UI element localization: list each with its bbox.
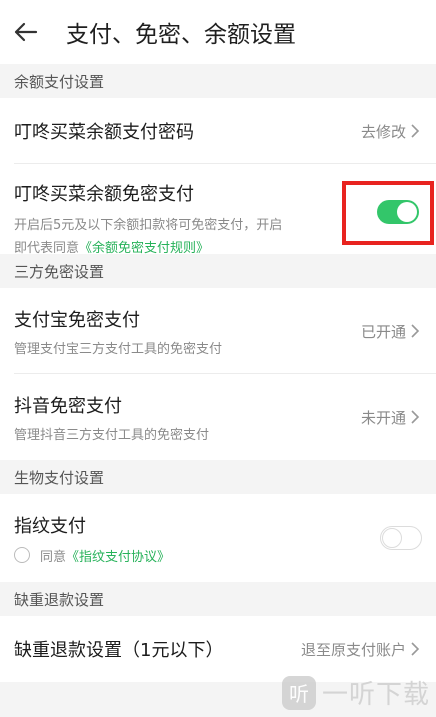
douyin-status: 未开通 <box>360 408 406 427</box>
fingerprint-title: 指纹支付 <box>14 515 86 537</box>
alipay-desc: 管理支付宝三方支付工具的免密支付 <box>14 341 223 357</box>
section-label-refund: 缺重退款设置 <box>0 582 436 616</box>
refund-row[interactable]: 缺重退款设置（1元以下） 退至原支付账户 <box>0 616 436 682</box>
toggle-knob <box>382 528 402 548</box>
refund-title: 缺重退款设置（1元以下） <box>14 640 224 661</box>
alipay-row[interactable]: 支付宝免密支付 管理支付宝三方支付工具的免密支付 已开通 <box>0 288 436 374</box>
refund-value: 退至原支付账户 <box>300 640 406 659</box>
watermark: 听 一听下载 <box>281 674 430 711</box>
page-title: 支付、免密、余额设置 <box>66 22 296 48</box>
page-header: 支付、免密、余额设置 <box>0 0 436 64</box>
watermark-logo-icon: 听 <box>281 675 316 710</box>
balance-password-row[interactable]: 叮咚买菜余额支付密码 去修改 <box>0 98 436 164</box>
balance-free-pay-rules-link[interactable]: 《余额免密支付规则》 <box>79 241 209 256</box>
watermark-text: 一听下载 <box>321 680 430 710</box>
balance-password-action: 去修改 <box>360 122 406 141</box>
highlight-annotation <box>342 181 434 245</box>
balance-free-pay-row: 叮咚买菜余额免密支付 开启后5元及以下余额扣款将可免密支付，开启 即代表同意《余… <box>0 164 436 256</box>
douyin-row[interactable]: 抖音免密支付 管理抖音三方支付工具的免密支付 未开通 <box>0 374 436 460</box>
fingerprint-row: 指纹支付 同意 《指纹支付协议》 <box>0 494 436 582</box>
chevron-right-icon <box>410 408 422 426</box>
chevron-right-icon <box>410 640 422 658</box>
fingerprint-toggle[interactable] <box>380 526 422 550</box>
chevron-right-icon <box>410 122 422 140</box>
balance-password-title: 叮咚买菜余额支付密码 <box>14 122 194 143</box>
alipay-title: 支付宝免密支付 <box>14 309 140 331</box>
balance-free-pay-desc-prefix: 即代表同意 <box>14 241 80 256</box>
alipay-status: 已开通 <box>360 322 406 341</box>
fingerprint-agree-text: 同意 <box>40 549 67 565</box>
back-arrow-icon[interactable] <box>12 18 40 46</box>
douyin-title: 抖音免密支付 <box>14 395 122 417</box>
section-label-third-party: 三方免密设置 <box>0 254 436 288</box>
section-label-balance: 余额支付设置 <box>0 64 436 98</box>
chevron-right-icon <box>410 322 422 340</box>
section-label-biometric: 生物支付设置 <box>0 460 436 494</box>
fingerprint-agreement-link[interactable]: 《指纹支付协议》 <box>66 546 170 565</box>
agree-radio[interactable] <box>14 547 30 563</box>
douyin-desc: 管理抖音三方支付工具的免密支付 <box>14 427 210 443</box>
